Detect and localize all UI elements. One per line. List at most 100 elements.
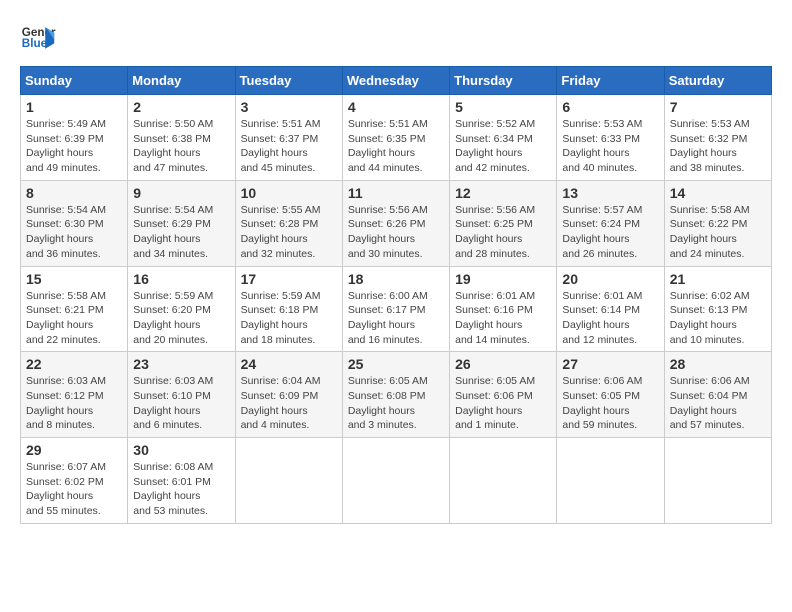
calendar-day-4: 4Sunrise: 5:51 AMSunset: 6:35 PMDaylight… xyxy=(342,95,449,181)
day-number: 18 xyxy=(348,271,444,287)
day-number: 25 xyxy=(348,356,444,372)
calendar-day-28: 28 Sunrise: 6:06 AMSunset: 6:04 PMDayligh… xyxy=(664,352,771,438)
day-number: 1 xyxy=(26,99,122,115)
day-number: 16 xyxy=(133,271,229,287)
day-number: 30 xyxy=(133,442,229,458)
column-header-sunday: Sunday xyxy=(21,67,128,95)
day-info: Sunrise: 6:07 AMSunset: 6:02 PMDaylight … xyxy=(26,461,106,517)
day-info: Sunrise: 6:00 AMSunset: 6:17 PMDaylight … xyxy=(348,290,428,346)
day-info: Sunrise: 5:51 AMSunset: 6:35 PMDaylight … xyxy=(348,118,428,174)
day-info: Sunrise: 6:04 AMSunset: 6:09 PMDaylight … xyxy=(241,375,321,431)
calendar-table: SundayMondayTuesdayWednesdayThursdayFrid… xyxy=(20,66,772,524)
day-number: 29 xyxy=(26,442,122,458)
calendar-day-25: 25Sunrise: 6:05 AMSunset: 6:08 PMDayligh… xyxy=(342,352,449,438)
calendar-day-13: 13 Sunrise: 5:57 AMSunset: 6:24 PMDayligh… xyxy=(557,180,664,266)
calendar-day-6: 6Sunrise: 5:53 AMSunset: 6:33 PMDaylight… xyxy=(557,95,664,181)
calendar-empty-cell xyxy=(235,438,342,524)
day-number: 28 xyxy=(670,356,766,372)
calendar-week-1: 1 Sunrise: 5:49 AMSunset: 6:39 PMDaylight… xyxy=(21,95,772,181)
day-number: 15 xyxy=(26,271,122,287)
day-info: Sunrise: 5:56 AMSunset: 6:26 PMDaylight … xyxy=(348,204,428,260)
day-number: 17 xyxy=(241,271,337,287)
calendar-day-26: 26Sunrise: 6:05 AMSunset: 6:06 PMDayligh… xyxy=(450,352,557,438)
day-info: Sunrise: 5:59 AMSunset: 6:18 PMDaylight … xyxy=(241,290,321,346)
day-number: 14 xyxy=(670,185,766,201)
calendar-empty-cell xyxy=(450,438,557,524)
day-info: Sunrise: 6:05 AMSunset: 6:06 PMDaylight … xyxy=(455,375,535,431)
calendar-day-8: 8 Sunrise: 5:54 AMSunset: 6:30 PMDaylight… xyxy=(21,180,128,266)
day-info: Sunrise: 6:03 AMSunset: 6:10 PMDaylight … xyxy=(133,375,213,431)
calendar-day-29: 29 Sunrise: 6:07 AMSunset: 6:02 PMDayligh… xyxy=(21,438,128,524)
day-info: Sunrise: 5:54 AMSunset: 6:29 PMDaylight … xyxy=(133,204,213,260)
calendar-week-4: 22 Sunrise: 6:03 AMSunset: 6:12 PMDayligh… xyxy=(21,352,772,438)
day-number: 7 xyxy=(670,99,766,115)
calendar-day-17: 17 Sunrise: 5:59 AMSunset: 6:18 PMDayligh… xyxy=(235,266,342,352)
calendar-header-row: SundayMondayTuesdayWednesdayThursdayFrid… xyxy=(21,67,772,95)
column-header-tuesday: Tuesday xyxy=(235,67,342,95)
calendar-day-11: 11 Sunrise: 5:56 AMSunset: 6:26 PMDayligh… xyxy=(342,180,449,266)
calendar-day-16: 16 Sunrise: 5:59 AMSunset: 6:20 PMDayligh… xyxy=(128,266,235,352)
column-header-friday: Friday xyxy=(557,67,664,95)
svg-text:Blue: Blue xyxy=(22,37,48,50)
day-number: 12 xyxy=(455,185,551,201)
calendar-day-15: 15 Sunrise: 5:58 AMSunset: 6:21 PMDayligh… xyxy=(21,266,128,352)
day-info: Sunrise: 5:54 AMSunset: 6:30 PMDaylight … xyxy=(26,204,106,260)
day-info: Sunrise: 5:56 AMSunset: 6:25 PMDaylight … xyxy=(455,204,535,260)
calendar-day-14: 14 Sunrise: 5:58 AMSunset: 6:22 PMDayligh… xyxy=(664,180,771,266)
calendar-day-10: 10Sunrise: 5:55 AMSunset: 6:28 PMDayligh… xyxy=(235,180,342,266)
day-info: Sunrise: 5:51 AMSunset: 6:37 PMDaylight … xyxy=(241,118,321,174)
calendar-day-7: 7 Sunrise: 5:53 AMSunset: 6:32 PMDaylight… xyxy=(664,95,771,181)
day-number: 3 xyxy=(241,99,337,115)
calendar-day-20: 20 Sunrise: 6:01 AMSunset: 6:14 PMDayligh… xyxy=(557,266,664,352)
day-number: 27 xyxy=(562,356,658,372)
day-number: 13 xyxy=(562,185,658,201)
calendar-day-27: 27Sunrise: 6:06 AMSunset: 6:05 PMDayligh… xyxy=(557,352,664,438)
logo: General Blue xyxy=(20,20,62,56)
day-info: Sunrise: 6:06 AMSunset: 6:04 PMDaylight … xyxy=(670,375,750,431)
day-number: 19 xyxy=(455,271,551,287)
day-number: 11 xyxy=(348,185,444,201)
column-header-thursday: Thursday xyxy=(450,67,557,95)
logo-icon: General Blue xyxy=(20,20,56,56)
page-header: General Blue xyxy=(20,20,772,56)
calendar-day-5: 5Sunrise: 5:52 AMSunset: 6:34 PMDaylight… xyxy=(450,95,557,181)
day-number: 8 xyxy=(26,185,122,201)
day-info: Sunrise: 6:08 AMSunset: 6:01 PMDaylight … xyxy=(133,461,213,517)
calendar-day-2: 2 Sunrise: 5:50 AMSunset: 6:38 PMDaylight… xyxy=(128,95,235,181)
day-number: 20 xyxy=(562,271,658,287)
calendar-week-5: 29 Sunrise: 6:07 AMSunset: 6:02 PMDayligh… xyxy=(21,438,772,524)
day-info: Sunrise: 6:01 AMSunset: 6:14 PMDaylight … xyxy=(562,290,642,346)
day-number: 2 xyxy=(133,99,229,115)
day-number: 5 xyxy=(455,99,551,115)
calendar-day-12: 12 Sunrise: 5:56 AMSunset: 6:25 PMDayligh… xyxy=(450,180,557,266)
calendar-day-3: 3 Sunrise: 5:51 AMSunset: 6:37 PMDaylight… xyxy=(235,95,342,181)
calendar-day-23: 23 Sunrise: 6:03 AMSunset: 6:10 PMDayligh… xyxy=(128,352,235,438)
day-number: 22 xyxy=(26,356,122,372)
day-number: 9 xyxy=(133,185,229,201)
day-info: Sunrise: 5:57 AMSunset: 6:24 PMDaylight … xyxy=(562,204,642,260)
day-info: Sunrise: 5:55 AMSunset: 6:28 PMDaylight … xyxy=(241,204,321,260)
column-header-saturday: Saturday xyxy=(664,67,771,95)
day-info: Sunrise: 5:59 AMSunset: 6:20 PMDaylight … xyxy=(133,290,213,346)
calendar-week-3: 15 Sunrise: 5:58 AMSunset: 6:21 PMDayligh… xyxy=(21,266,772,352)
column-header-monday: Monday xyxy=(128,67,235,95)
day-info: Sunrise: 6:03 AMSunset: 6:12 PMDaylight … xyxy=(26,375,106,431)
day-info: Sunrise: 5:58 AMSunset: 6:21 PMDaylight … xyxy=(26,290,106,346)
day-info: Sunrise: 5:50 AMSunset: 6:38 PMDaylight … xyxy=(133,118,213,174)
calendar-day-24: 24 Sunrise: 6:04 AMSunset: 6:09 PMDayligh… xyxy=(235,352,342,438)
day-number: 24 xyxy=(241,356,337,372)
calendar-day-1: 1 Sunrise: 5:49 AMSunset: 6:39 PMDaylight… xyxy=(21,95,128,181)
calendar-empty-cell xyxy=(664,438,771,524)
day-info: Sunrise: 5:58 AMSunset: 6:22 PMDaylight … xyxy=(670,204,750,260)
calendar-day-30: 30 Sunrise: 6:08 AMSunset: 6:01 PMDayligh… xyxy=(128,438,235,524)
column-header-wednesday: Wednesday xyxy=(342,67,449,95)
day-info: Sunrise: 5:53 AMSunset: 6:32 PMDaylight … xyxy=(670,118,750,174)
day-number: 23 xyxy=(133,356,229,372)
calendar-week-2: 8 Sunrise: 5:54 AMSunset: 6:30 PMDaylight… xyxy=(21,180,772,266)
day-info: Sunrise: 5:53 AMSunset: 6:33 PMDaylight … xyxy=(562,118,642,174)
day-info: Sunrise: 5:49 AMSunset: 6:39 PMDaylight … xyxy=(26,118,106,174)
calendar-day-18: 18 Sunrise: 6:00 AMSunset: 6:17 PMDayligh… xyxy=(342,266,449,352)
calendar-empty-cell xyxy=(557,438,664,524)
calendar-empty-cell xyxy=(342,438,449,524)
day-info: Sunrise: 6:01 AMSunset: 6:16 PMDaylight … xyxy=(455,290,535,346)
